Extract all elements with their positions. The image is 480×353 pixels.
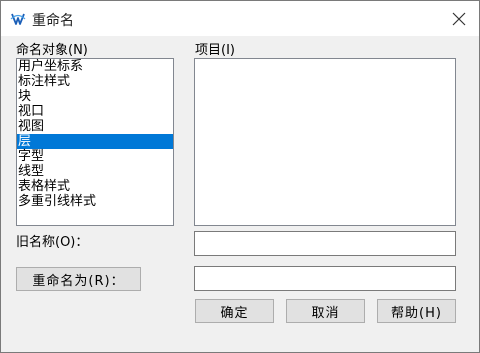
rename-dialog: 重命名 命名对象(N) 项目(I) 用户坐标系 标注样式块视口 视图层字型 线型 表格样… xyxy=(0,0,480,353)
rename-to-button[interactable]: 重命名为(R)： xyxy=(16,267,141,291)
named-objects-label: 命名对象(N) xyxy=(16,43,88,58)
window-title: 重命名 xyxy=(32,13,74,29)
list-item[interactable]: 多重引线样式 xyxy=(17,194,173,209)
ok-button[interactable]: 确定 xyxy=(195,299,274,323)
list-item[interactable]: 标注样式 xyxy=(17,74,173,89)
list-item[interactable]: 表格样式 xyxy=(17,179,173,194)
old-name-field[interactable] xyxy=(194,231,456,256)
list-item[interactable]: 块 xyxy=(17,89,173,104)
close-button[interactable] xyxy=(447,7,471,31)
title-bar: 重命名 xyxy=(1,1,479,36)
list-item[interactable]: 视口 xyxy=(17,104,173,119)
cancel-button[interactable]: 取消 xyxy=(286,299,365,323)
new-name-field[interactable] xyxy=(194,266,456,291)
list-item[interactable]: 字型 xyxy=(17,149,173,164)
items-label: 项目(I) xyxy=(195,43,235,58)
items-listbox[interactable] xyxy=(194,58,456,226)
list-item[interactable]: 层 xyxy=(17,134,173,149)
close-icon xyxy=(452,12,466,26)
help-button[interactable]: 帮助(H) xyxy=(377,299,456,323)
old-name-label: 旧名称(O)： xyxy=(16,235,89,250)
cad-app-icon xyxy=(9,10,27,28)
list-item[interactable]: 视图 xyxy=(17,119,173,134)
named-objects-listbox[interactable]: 用户坐标系 标注样式块视口 视图层字型 线型 表格样式 多重引线样式 xyxy=(16,58,174,226)
list-item[interactable]: 用户坐标系 xyxy=(17,59,173,74)
list-item[interactable]: 线型 xyxy=(17,164,173,179)
